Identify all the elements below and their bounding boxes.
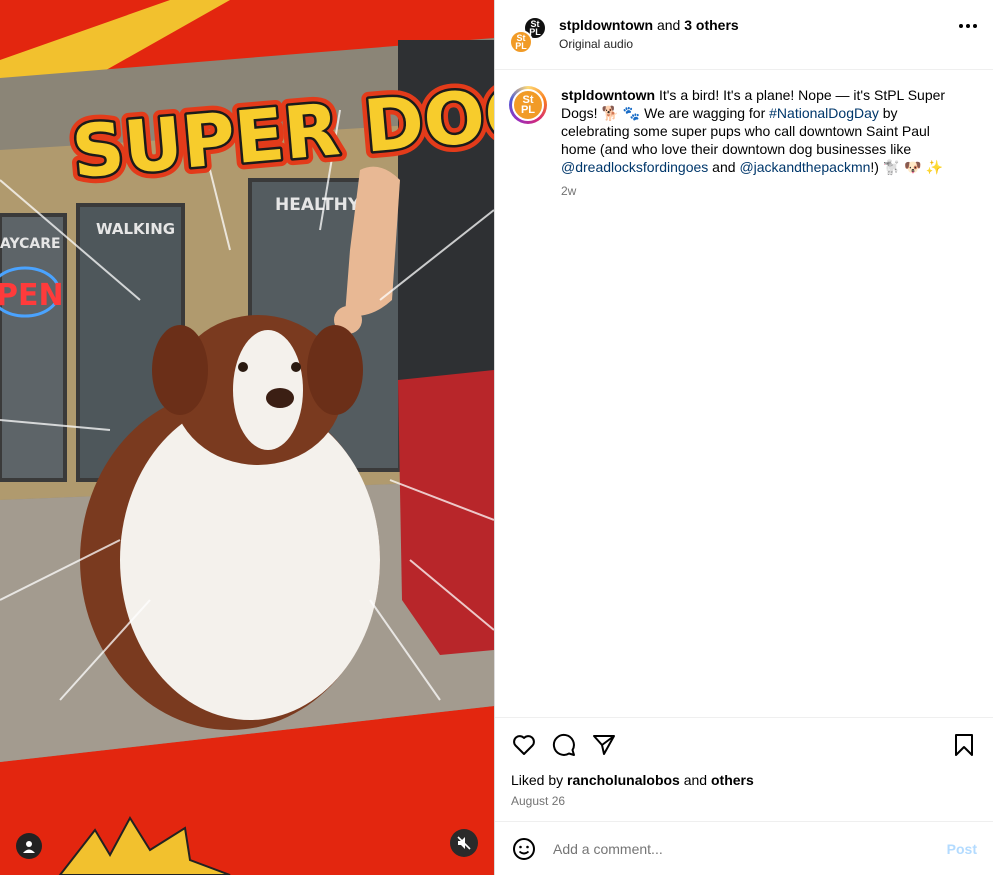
header-and: and [653,16,685,33]
liked-others-link[interactable]: others [711,772,754,788]
heart-icon [513,735,535,755]
daycare-sign-text: AYCARE [0,236,61,252]
post-date[interactable]: August 26 [511,794,977,808]
more-options-icon[interactable] [959,24,977,28]
caption-area: St PL stpldowntown It's a bird! It's a p… [495,70,993,716]
caption-time[interactable]: 2w [561,184,951,198]
collab-avatar-front: St PL [509,29,533,54]
post-media[interactable]: PEN AYCARE WALKING HEALTHY P SUPER DOGS … [0,0,494,875]
like-button[interactable] [511,732,537,758]
speaker-muted-icon [457,836,471,850]
save-button[interactable] [951,732,977,758]
mute-button[interactable] [450,829,478,857]
tagged-users-button[interactable] [16,833,42,859]
emoji-icon [513,837,535,860]
caption-part-4: !) 🐩 🐶 ✨ [870,159,943,175]
post-header: St PL St PL stpldowntown and 3 others Or… [495,0,993,70]
liked-prefix: Liked by [511,772,568,788]
mention-link-2[interactable]: @jackandthepackmn [739,159,870,175]
caption-text: stpldowntown It's a bird! It's a plane! … [561,86,951,176]
liked-user-link[interactable]: rancholunalobos [567,772,680,788]
comment-input[interactable] [551,839,947,858]
header-text: stpldowntown and 3 others Original audio [559,16,739,54]
collab-avatars[interactable]: St PL St PL [509,15,547,54]
header-others[interactable]: 3 others [684,17,738,33]
bookmark-icon [955,734,973,756]
caption-part-3: and [708,159,740,175]
emoji-button[interactable] [511,836,537,862]
open-sign-text: PEN [0,278,64,313]
user-icon [23,840,35,853]
audio-link[interactable]: Original audio [559,35,739,54]
action-row [511,730,977,760]
comment-bar: Post [495,821,993,875]
hashtag-link[interactable]: #NationalDogDay [769,105,879,121]
caption-avatar[interactable]: St PL [509,86,547,124]
comment-button[interactable] [551,732,577,758]
comment-icon [552,733,575,756]
post-comment-button[interactable]: Post [947,841,977,857]
caption-username[interactable]: stpldowntown [561,87,655,103]
header-username[interactable]: stpldowntown [559,17,653,33]
send-icon [593,735,615,755]
mention-link-1[interactable]: @dreadlocksfordingoes [561,159,708,175]
likes-summary: Liked by rancholunalobos and others [511,772,977,788]
video-frame: PEN AYCARE WALKING HEALTHY P SUPER DOGS … [0,0,494,875]
caption-avatar-logo: St PL [512,89,544,121]
liked-mid: and [679,772,711,788]
post-panel: St PL St PL stpldowntown and 3 others Or… [494,0,993,875]
walking-sign-text: WALKING [96,220,175,238]
share-button[interactable] [591,732,617,758]
actions-section: Liked by rancholunalobos and others Augu… [495,717,993,821]
